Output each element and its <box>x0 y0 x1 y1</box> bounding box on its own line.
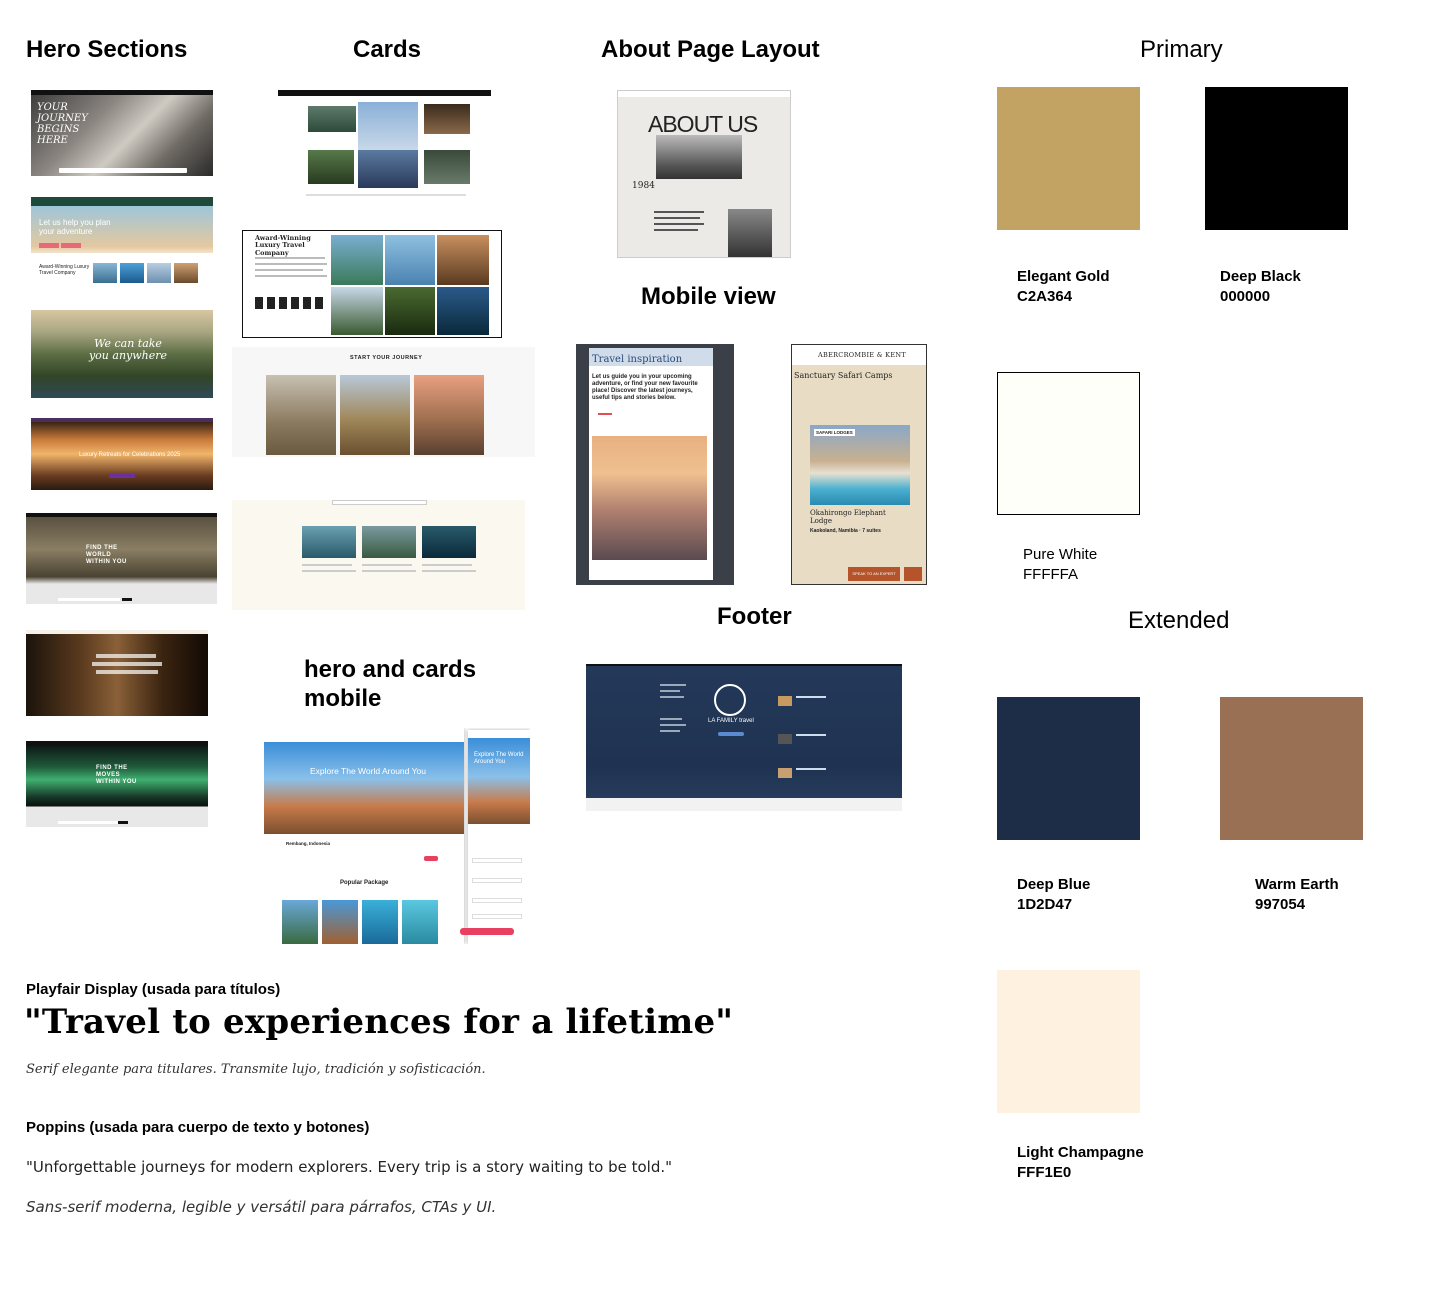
hero-thumb-7-text: FIND THE MOVES WITHIN YOU <box>96 765 137 786</box>
swatch-deep-black-name: Deep Black <box>1220 268 1301 285</box>
swatch-elegant-gold-name: Elegant Gold <box>1017 268 1110 285</box>
footer-heading: Footer <box>717 603 792 630</box>
footer-thumb-brand: LA FAMILY travel <box>708 718 754 724</box>
mobile-thumb-1-title: Travel inspiration <box>592 354 683 365</box>
mobile-thumb-2-loc: Kaokoland, Namibia · 7 suites <box>810 528 881 534</box>
extended-heading: Extended <box>1128 607 1230 634</box>
swatch-light-champagne-name: Light Champagne <box>1017 1144 1144 1161</box>
swatch-deep-blue-hex: 1D2D47 <box>1017 896 1073 913</box>
swatch-deep-black-hex: 000000 <box>1220 288 1271 305</box>
hero-thumb-6 <box>26 630 208 716</box>
sans-font-sample: "Unforgettable journeys for modern explo… <box>26 1158 673 1176</box>
hero-sections-heading: Hero Sections <box>26 36 188 63</box>
hero-thumb-1-text: YOUR JOURNEY BEGINS HERE <box>37 102 88 146</box>
cards-thumb-2-title: Award-Winning Luxury Travel Company <box>255 234 311 257</box>
hcm-title: Explore The World Around You <box>310 766 426 776</box>
mobile-thumb-2-tag: SAFARI LODGES <box>814 429 855 437</box>
mobile-thumb-2-title: Sanctuary Safari Camps <box>794 371 893 380</box>
swatch-deep-blue <box>997 697 1140 840</box>
about-thumb-title: ABOUT US <box>648 111 758 137</box>
hcm-mobile-title: Explore The World Around You <box>474 752 524 765</box>
primary-heading: Primary <box>1140 36 1223 63</box>
sans-font-label: Poppins (usada para cuerpo de texto y bo… <box>26 1119 370 1136</box>
mobile-thumb-2-brand: ABERCROMBIE & KENT <box>818 351 906 359</box>
footer-thumb: LA FAMILY travel <box>586 664 902 811</box>
swatch-elegant-gold-hex: C2A364 <box>1017 288 1073 305</box>
swatch-pure-white <box>997 372 1140 515</box>
hero-cards-mobile-heading-line2: mobile <box>304 685 382 712</box>
about-thumb: ABOUT US 1984 <box>617 90 791 258</box>
mobile-view-heading: Mobile view <box>641 283 776 310</box>
cards-thumb-3: START YOUR JOURNEY <box>232 347 535 457</box>
hero-thumb-3: We can take you anywhere <box>31 310 213 398</box>
hero-thumb-2-text: Let us help you plan your adventure <box>39 218 111 236</box>
hero-thumb-5: FIND THE WORLD WITHIN YOU <box>26 513 217 604</box>
about-thumb-year: 1984 <box>632 181 655 191</box>
about-page-heading: About Page Layout <box>601 36 820 63</box>
swatch-elegant-gold <box>997 87 1140 230</box>
hero-thumb-2: Let us help you plan your adventure Awar… <box>31 197 213 287</box>
hero-cards-mobile-thumb: Explore The World Around You Rembang, In… <box>264 728 530 944</box>
cards-thumb-2: Award-Winning Luxury Travel Company <box>242 230 502 338</box>
hero-thumb-3-text: We can take you anywhere <box>88 337 168 363</box>
swatch-light-champagne <box>997 970 1140 1113</box>
cards-thumb-3-title: START YOUR JOURNEY <box>350 355 423 361</box>
hero-thumb-4: Luxury Retreats for Celebrations 2025 <box>31 418 213 490</box>
swatch-pure-white-name: Pure White <box>1023 546 1098 563</box>
mobile-thumb-2-btn: SPEAK TO AN EXPERT <box>848 567 900 581</box>
swatch-deep-blue-name: Deep Blue <box>1017 876 1091 893</box>
mobile-thumb-1: Travel inspiration Let us guide you in y… <box>576 344 734 585</box>
hcm-location: Rembang, Indonesia <box>286 841 331 846</box>
mobile-thumb-2: ABERCROMBIE & KENT Sanctuary Safari Camp… <box>791 344 927 585</box>
swatch-light-champagne-hex: FFF1E0 <box>1017 1164 1072 1181</box>
cards-heading: Cards <box>353 36 422 63</box>
cards-thumb-1 <box>278 90 491 208</box>
hcm-popular: Popular Package <box>340 880 389 886</box>
hero-thumb-2-sub: Award-Winning Luxury Travel Company <box>39 264 90 276</box>
swatch-warm-earth <box>1220 697 1363 840</box>
hero-thumb-1: YOUR JOURNEY BEGINS HERE <box>31 90 213 176</box>
hero-thumb-4-text: Luxury Retreats for Celebrations 2025 <box>79 452 181 458</box>
sans-font-note: Sans-serif moderna, legible y versátil p… <box>26 1198 497 1216</box>
swatch-warm-earth-hex: 997054 <box>1255 896 1306 913</box>
serif-font-sample: "Travel to experiences for a lifetime" <box>24 1002 734 1042</box>
cards-thumb-4 <box>232 500 525 610</box>
swatch-pure-white-hex: FFFFFA <box>1023 566 1078 583</box>
hero-cards-mobile-heading-line1: hero and cards <box>304 656 477 683</box>
hero-thumb-7: FIND THE MOVES WITHIN YOU <box>26 741 208 827</box>
mobile-thumb-2-card: Okahirongo Elephant Lodge <box>810 509 886 526</box>
swatch-deep-black <box>1205 87 1348 230</box>
hero-thumb-5-text: FIND THE WORLD WITHIN YOU <box>86 545 127 566</box>
serif-font-note: Serif elegante para titulares. Transmite… <box>26 1062 486 1077</box>
serif-font-label: Playfair Display (usada para títulos) <box>26 981 281 998</box>
swatch-warm-earth-name: Warm Earth <box>1255 876 1339 893</box>
mobile-thumb-1-body: Let us guide you in your upcoming advent… <box>592 374 698 401</box>
